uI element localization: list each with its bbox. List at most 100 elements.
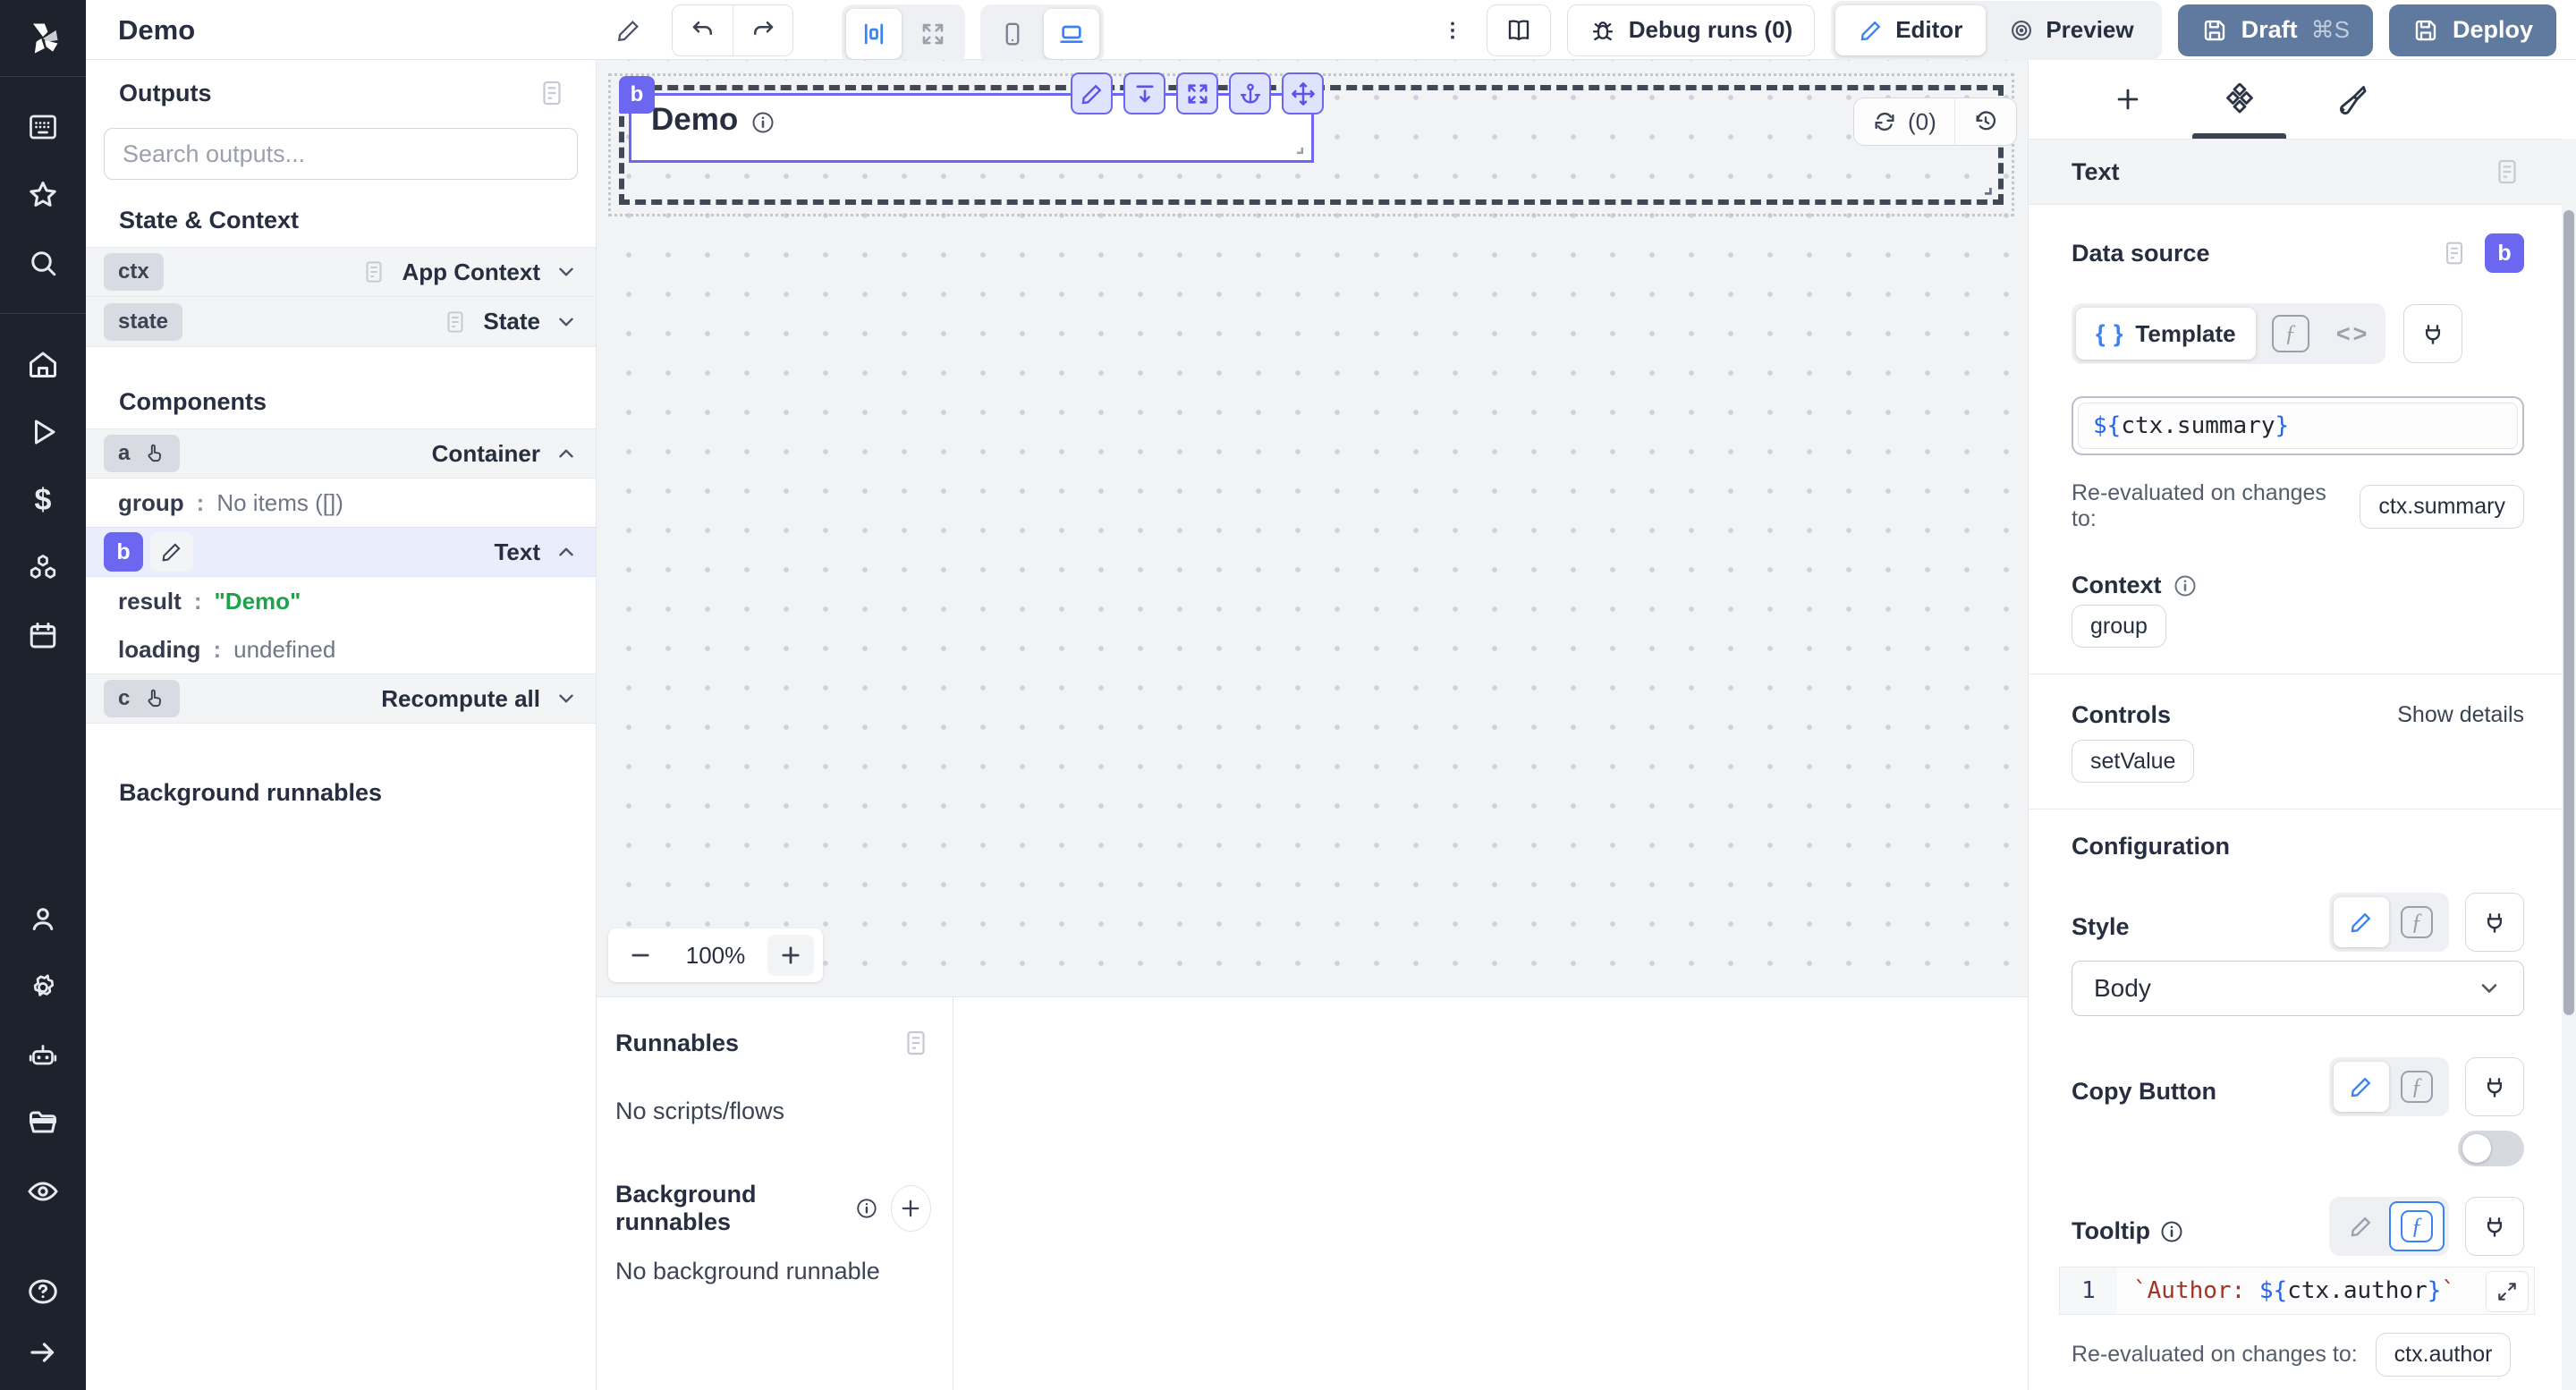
chevron-down-icon[interactable] [555, 310, 578, 334]
settings-scrollbar[interactable] [2562, 139, 2576, 1390]
edit-title-pencil-icon[interactable] [609, 13, 648, 48]
debug-runs-button[interactable]: Debug runs (0) [1567, 4, 1815, 56]
copy-plug-button[interactable] [2465, 1057, 2524, 1116]
tooltip-code-editor[interactable]: 1 `Author: ${ctx.author}` [2059, 1267, 2535, 1315]
plug-icon [2481, 1213, 2508, 1240]
component-b-tag[interactable]: b [619, 76, 655, 114]
rename-b-pencil-icon[interactable] [150, 532, 193, 572]
show-details-link[interactable]: Show details [2397, 702, 2524, 728]
ctx-row[interactable]: ctx App Context [86, 247, 596, 297]
editor-tab[interactable]: Editor [1835, 5, 1986, 55]
bound-component-badge[interactable]: b [2485, 233, 2524, 273]
style-fn-button[interactable]: ƒ [2389, 897, 2445, 947]
code-mode-button[interactable]: <> [2326, 309, 2381, 359]
users-person-icon[interactable] [0, 886, 86, 954]
expand-down-button[interactable] [1123, 72, 1165, 114]
apps-icon[interactable] [0, 93, 86, 161]
deploy-button[interactable]: Deploy [2389, 4, 2556, 56]
preview-tab[interactable]: Preview [1986, 5, 2157, 55]
move-component-button[interactable] [1282, 72, 1324, 114]
component-settings-tab[interactable] [2183, 60, 2295, 139]
template-input[interactable]: ${ctx.summary} [2078, 403, 2518, 449]
resize-handle-icon[interactable] [1288, 139, 1306, 157]
tooltip-plug-button[interactable] [2465, 1197, 2524, 1256]
desktop-view-button[interactable] [1044, 9, 1099, 59]
chevron-up-icon[interactable] [555, 540, 578, 564]
copy-button-toggle[interactable] [2458, 1131, 2524, 1166]
component-b-row[interactable]: b Text [86, 527, 596, 577]
help-icon[interactable] [0, 1258, 86, 1326]
colon: : [197, 489, 205, 517]
redo-button[interactable] [733, 5, 792, 55]
template-mode-label: Template [2135, 320, 2235, 348]
chevron-up-icon[interactable] [555, 442, 578, 465]
function-mode-button[interactable]: ƒ [2263, 309, 2318, 359]
runnables-doc-icon[interactable] [901, 1028, 931, 1058]
setvalue-pill[interactable]: setValue [2072, 740, 2194, 783]
state-row[interactable]: state State [86, 297, 596, 347]
data-source-doc-icon[interactable] [2440, 239, 2469, 267]
anchor-component-button[interactable] [1229, 72, 1271, 114]
search-outputs-input[interactable] [123, 140, 559, 168]
favorites-star-icon[interactable] [0, 161, 86, 229]
reeval2-pill[interactable]: ctx.author [2376, 1333, 2512, 1377]
edit-component-button[interactable] [1071, 72, 1113, 114]
audit-eye-icon[interactable] [0, 1157, 86, 1225]
add-background-runnable-button[interactable] [891, 1185, 931, 1232]
outputs-doc-icon[interactable] [537, 78, 567, 108]
runs-play-icon[interactable] [0, 398, 86, 466]
copy-static-button[interactable] [2334, 1062, 2389, 1112]
component-settings-panel: Text Data source b { } [2028, 60, 2576, 1390]
schedules-calendar-icon[interactable] [0, 602, 86, 670]
tooltip-fn-button[interactable]: ƒ [2389, 1201, 2445, 1251]
home-icon[interactable] [0, 330, 86, 398]
more-menu-kebab-icon[interactable] [1435, 9, 1470, 52]
history-button[interactable] [1954, 98, 2016, 145]
folders-icon[interactable] [0, 1089, 86, 1157]
context-title: Context [2072, 572, 2162, 599]
collapse-arrow-icon[interactable] [0, 1326, 86, 1379]
refresh-count-button[interactable]: (0) [1854, 98, 1954, 145]
mobile-view-button[interactable] [985, 9, 1040, 59]
template-close: } [2275, 412, 2290, 439]
styling-tab[interactable] [2295, 60, 2407, 139]
style-plug-button[interactable] [2465, 893, 2524, 952]
connect-plug-button[interactable] [2403, 304, 2462, 363]
settings-gear-icon[interactable] [0, 954, 86, 1021]
component-doc-icon[interactable] [2492, 157, 2522, 187]
windmill-logo[interactable] [0, 0, 86, 77]
loading-kv-row: loading : undefined [86, 625, 596, 674]
chevron-down-icon[interactable] [555, 260, 578, 284]
workers-robot-icon[interactable] [0, 1021, 86, 1089]
component-a-row[interactable]: a Container [86, 428, 596, 479]
component-c-row[interactable]: c Recompute all [86, 674, 596, 724]
full-width-button[interactable] [905, 9, 961, 59]
template-mode-button[interactable]: { } Template [2076, 308, 2256, 360]
scrollbar-thumb[interactable] [2563, 210, 2574, 1015]
insert-component-tab[interactable] [2072, 60, 2183, 139]
resize-handle-icon[interactable] [1975, 178, 1995, 198]
main-column: Demo Debug runs (0) [86, 0, 2576, 1390]
resources-cubes-icon[interactable] [0, 534, 86, 602]
search-icon[interactable] [0, 229, 86, 297]
center-content-button[interactable] [846, 9, 902, 59]
context-group-pill[interactable]: group [2072, 605, 2166, 648]
chevron-down-icon[interactable] [555, 687, 578, 710]
state-doc-icon[interactable] [442, 309, 469, 335]
style-static-button[interactable] [2334, 897, 2389, 947]
variables-dollar-icon[interactable]: $ [0, 466, 86, 534]
zoom-out-button[interactable] [617, 935, 664, 976]
zoom-in-button[interactable] [767, 935, 814, 976]
copy-fn-button[interactable]: ƒ [2389, 1062, 2445, 1112]
pencil-icon [2349, 910, 2374, 935]
schema-book-button[interactable] [1487, 4, 1551, 56]
reeval-pill[interactable]: ctx.summary [2360, 485, 2524, 529]
style-select[interactable]: Body [2072, 961, 2524, 1016]
fullscreen-component-button[interactable] [1176, 72, 1218, 114]
expand-editor-button[interactable] [2486, 1271, 2529, 1312]
tooltip-static-button[interactable] [2334, 1201, 2389, 1251]
ctx-doc-icon[interactable] [360, 259, 387, 285]
draft-button[interactable]: Draft ⌘S [2178, 4, 2373, 56]
app-canvas[interactable]: Demo b (0) [597, 60, 2028, 996]
undo-button[interactable] [673, 5, 733, 55]
